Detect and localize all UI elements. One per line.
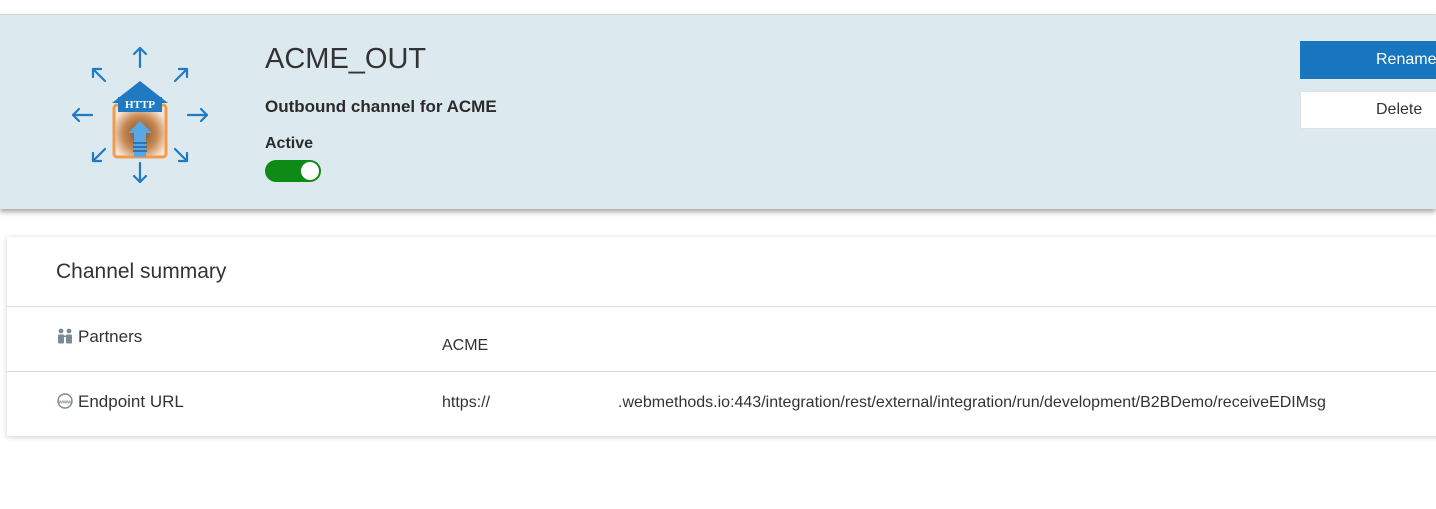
partners-icon — [58, 328, 72, 344]
www-globe-icon: www — [57, 393, 73, 409]
card-title: Channel summary — [56, 260, 227, 283]
endpoint-row-label: www Endpoint URL — [56, 392, 184, 412]
summary-divider — [7, 371, 1436, 372]
toggle-knob — [301, 162, 319, 180]
svg-text:www: www — [57, 399, 72, 405]
active-status-label: Active — [265, 135, 314, 152]
http-outbound-channel-icon: HTTP — [71, 46, 209, 184]
rename-button[interactable]: Rename — [1300, 41, 1436, 79]
partners-row-label: Partners — [56, 327, 142, 347]
channel-title: ACME_OUT — [265, 43, 427, 75]
channel-description: Outbound channel for ACME — [265, 97, 497, 116]
active-toggle[interactable] — [265, 160, 321, 182]
partners-value: ACME — [442, 337, 489, 354]
delete-button[interactable]: Delete — [1300, 91, 1436, 129]
channel-header: HTTP ACME_OUT Outbound channel for ACME … — [0, 15, 1436, 209]
endpoint-url-path: .webmethods.io:443/integration/rest/exte… — [618, 394, 1326, 411]
partners-label: Partners — [78, 327, 143, 346]
channel-summary-card: Channel summary Partners ACME www Endpoi… — [7, 237, 1436, 436]
http-badge-text: HTTP — [125, 99, 155, 111]
endpoint-url-label: Endpoint URL — [78, 392, 184, 411]
endpoint-url-scheme: https:// — [442, 394, 491, 411]
summary-divider — [7, 306, 1436, 307]
